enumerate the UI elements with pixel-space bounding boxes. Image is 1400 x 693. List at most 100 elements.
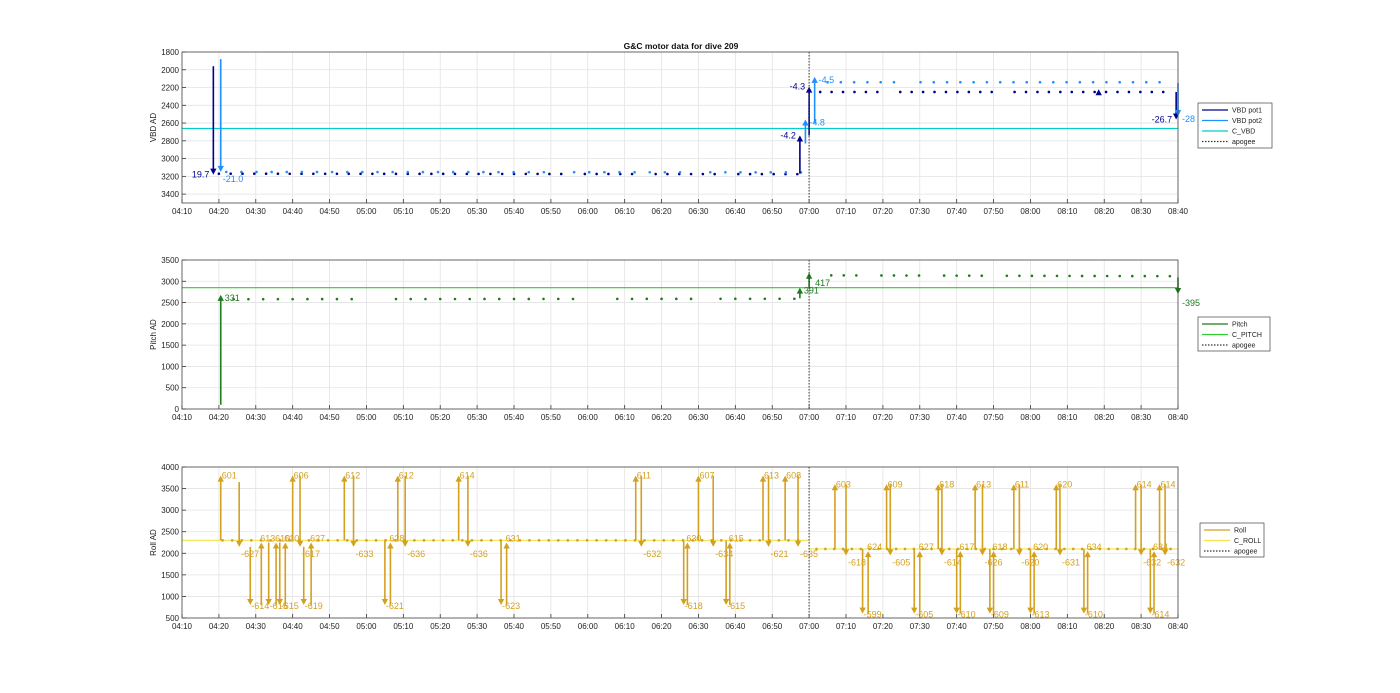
arrow-label: -395: [1182, 298, 1200, 308]
data-point: [660, 297, 663, 301]
data-point: [866, 80, 869, 84]
data-point: [839, 80, 843, 84]
data-point: [571, 297, 575, 301]
data-point: [1059, 90, 1062, 94]
x-tick-label: 07:10: [836, 207, 857, 216]
data-point: [719, 297, 722, 301]
data-point: [905, 274, 908, 277]
data-point: [288, 172, 292, 176]
data-point: [306, 297, 309, 301]
data-point: [955, 274, 958, 277]
data-point: [542, 170, 546, 174]
data-point: [583, 172, 587, 176]
arrow-label: -4.5: [819, 75, 835, 85]
data-point: [1130, 274, 1134, 278]
x-tick-label: 05:20: [430, 622, 451, 631]
data-point: [1127, 90, 1131, 94]
arrow-label: 618: [993, 542, 1008, 552]
data-point: [330, 170, 334, 174]
x-tick-label: 04:10: [172, 413, 193, 422]
data-point: [1080, 274, 1084, 278]
x-tick-label: 04:20: [209, 622, 230, 631]
data-point: [1065, 80, 1068, 84]
data-point: [672, 539, 675, 542]
data-point: [748, 172, 752, 176]
x-tick-label: 06:10: [615, 413, 636, 422]
data-point: [734, 297, 737, 301]
x-tick-label: 08:40: [1168, 622, 1189, 631]
y-tick-label: 1500: [161, 341, 179, 350]
legend-label: C_ROLL: [1234, 538, 1261, 545]
data-point: [548, 172, 551, 176]
data-point: [675, 297, 678, 301]
y-tick-label: 500: [166, 384, 180, 393]
data-point: [361, 170, 364, 174]
x-tick-label: 07:30: [910, 207, 931, 216]
data-point: [451, 539, 455, 542]
data-point: [1047, 90, 1051, 94]
data-point: [633, 170, 636, 174]
data-point: [430, 172, 433, 176]
data-point: [724, 170, 727, 174]
data-point: [713, 172, 716, 176]
data-point: [1105, 80, 1108, 84]
arrow-label: 608: [786, 471, 801, 481]
x-tick-label: 07:30: [910, 413, 931, 422]
data-point: [374, 539, 378, 542]
data-point: [760, 172, 764, 176]
y-tick-label: 3400: [161, 190, 179, 199]
data-point: [853, 90, 856, 94]
data-point: [852, 80, 856, 84]
data-point: [451, 170, 455, 174]
data-point: [933, 90, 936, 94]
arrow-label: -614: [944, 557, 962, 567]
data-point: [910, 90, 913, 94]
y-tick-label: 4000: [161, 463, 179, 472]
x-tick-label: 05:20: [430, 413, 451, 422]
y-tick-label: 2500: [161, 299, 179, 308]
x-tick-label: 07:10: [836, 413, 857, 422]
data-point: [335, 172, 339, 176]
data-point: [978, 90, 982, 94]
data-point: [932, 80, 936, 84]
data-point: [409, 297, 413, 301]
x-tick-label: 05:30: [467, 622, 488, 631]
legend: Pitch C_PITCHapogee: [1197, 316, 1271, 352]
data-point: [424, 297, 427, 301]
legend-label: Roll: [1234, 528, 1247, 535]
x-tick-label: 06:20: [652, 622, 673, 631]
arrow-label: -4.2: [780, 130, 796, 140]
arrow-label: -26.7: [1152, 115, 1173, 125]
arrow-label: 612: [399, 471, 414, 481]
data-point: [480, 539, 483, 542]
arrow-label: -636: [470, 549, 488, 559]
x-tick-label: 05:10: [393, 207, 414, 216]
x-tick-label: 04:30: [246, 207, 267, 216]
data-point: [1091, 80, 1095, 84]
arrow-label: -615: [281, 601, 299, 611]
data-point: [394, 297, 398, 301]
data-point: [903, 547, 907, 551]
data-point: [689, 297, 693, 301]
data-point: [892, 80, 896, 84]
data-point: [1131, 80, 1135, 84]
data-point: [453, 297, 457, 301]
x-tick-label: 08:20: [1094, 413, 1115, 422]
data-point: [1005, 274, 1009, 278]
y-tick-label: 1800: [161, 48, 179, 57]
data-point: [489, 539, 493, 542]
data-point: [291, 297, 294, 301]
data-point: [489, 172, 492, 176]
data-point: [898, 90, 902, 94]
data-point: [536, 172, 539, 176]
data-point: [748, 539, 752, 542]
data-point: [556, 297, 560, 301]
arrow-label: 613: [260, 534, 275, 544]
data-point: [441, 539, 445, 542]
x-tick-label: 07:40: [947, 413, 968, 422]
data-point: [942, 274, 946, 277]
data-point: [253, 172, 256, 176]
data-point: [1093, 274, 1096, 278]
legend-label: C_PITCH: [1232, 332, 1262, 339]
data-point: [365, 539, 368, 542]
